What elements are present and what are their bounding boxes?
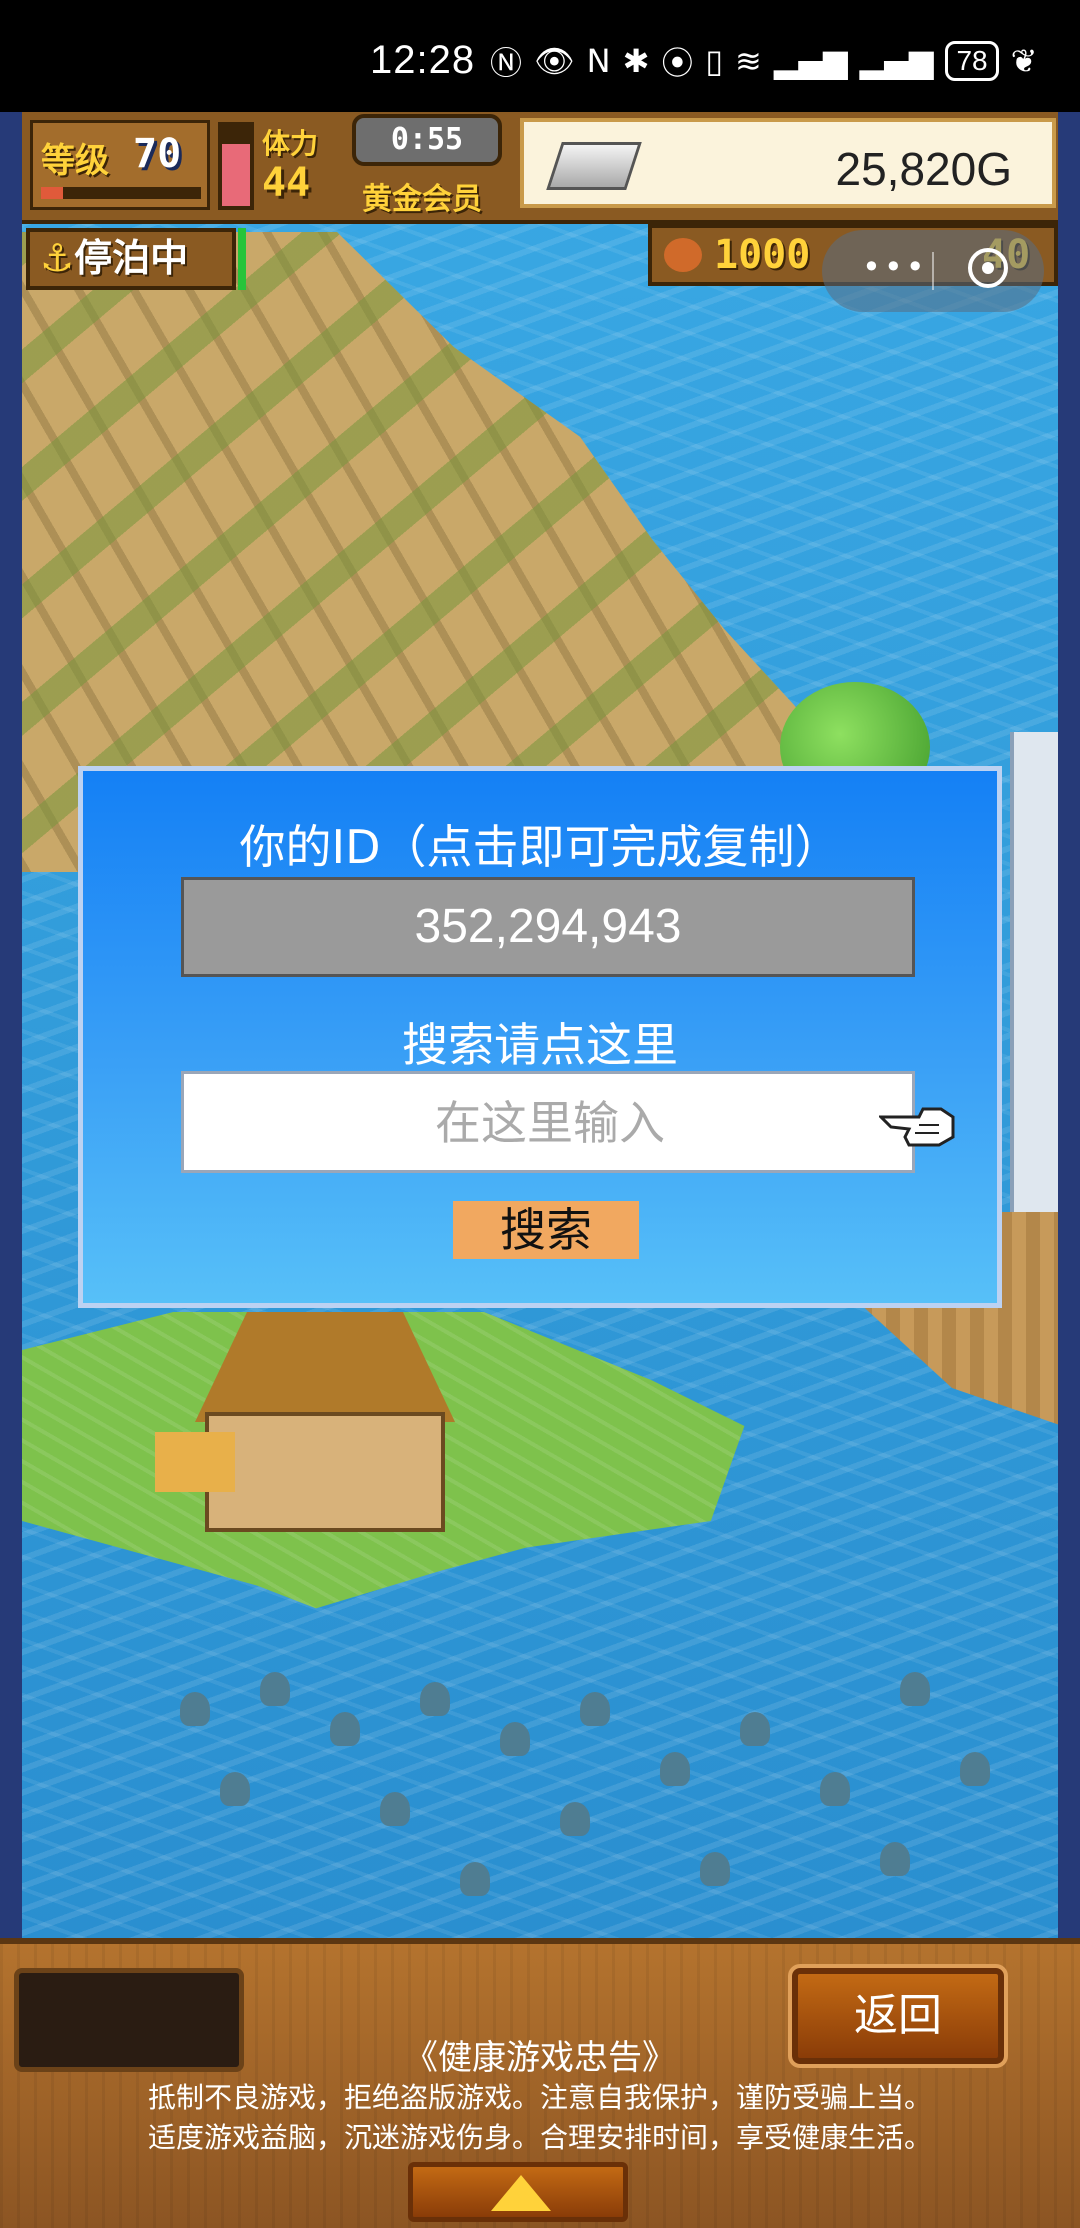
sea-rock xyxy=(880,1842,910,1876)
level-value: 70 xyxy=(133,131,182,177)
member-badge[interactable]: 黄金会员 xyxy=(362,174,482,218)
bluetooth-icon: ✱ xyxy=(622,42,650,80)
port-house[interactable] xyxy=(155,1312,495,1542)
leaf-icon: ❦ xyxy=(1010,42,1038,80)
food-icon xyxy=(664,238,702,272)
wifi-icon: ≋ xyxy=(735,42,762,80)
house-porch xyxy=(155,1432,235,1492)
health-notice-line1: 抵制不良游戏，拒绝盗版游戏。注意自我保护，谨防受骗上当。 xyxy=(147,2081,932,2114)
stamina-gauge xyxy=(218,122,254,210)
sea-rock xyxy=(820,1772,850,1806)
health-notice-title: 《健康游戏忠告》 xyxy=(404,2038,676,2078)
frame-right xyxy=(1058,112,1080,1938)
more-icon[interactable]: ••• xyxy=(862,248,928,286)
status-icons: Ⓝ 👁 N ✱ ⦿ ▯ ≋ ▂▄▆ ▂▄▆ 78 ❦ xyxy=(490,38,1037,84)
gold-panel[interactable]: 25,820G xyxy=(520,118,1056,208)
sea-rock xyxy=(420,1682,450,1716)
level-label: 等级 xyxy=(41,141,109,181)
friend-search-dialog: 你的ID（点击即可完成复制） 352,294,943 搜索请点这里 搜索 xyxy=(78,766,1002,1308)
stamina-value: 44 xyxy=(262,160,311,206)
sea-rock xyxy=(960,1752,990,1786)
silver-bar-icon xyxy=(546,142,642,190)
dialog-title: 你的ID（点击即可完成复制） xyxy=(239,820,841,874)
close-target-icon[interactable] xyxy=(968,248,1008,288)
nfc-icon: Ⓝ xyxy=(490,44,523,82)
sea-rock xyxy=(260,1672,290,1706)
sea-rock xyxy=(220,1772,250,1806)
capsule-divider xyxy=(932,252,934,290)
anchor-status-label: 停泊中 xyxy=(74,236,189,280)
hud-top-bar: 等级 70 体力 44 0:55 黄金会员 25,820G xyxy=(22,112,1058,224)
pointing-hand-icon xyxy=(879,1107,955,1147)
sea-rock xyxy=(700,1852,730,1886)
search-input-box[interactable] xyxy=(181,1071,916,1173)
sea-rock xyxy=(560,1802,590,1836)
search-button[interactable]: 搜索 xyxy=(453,1201,639,1259)
house-wall xyxy=(205,1412,445,1532)
signal-indicator xyxy=(238,228,246,290)
sea-rock xyxy=(500,1722,530,1756)
search-label: 搜索请点这里 xyxy=(402,1018,678,1072)
expand-menu-button[interactable] xyxy=(408,2162,628,2222)
location-icon: ⦿ xyxy=(661,44,694,82)
sea-rock xyxy=(580,1692,610,1726)
eye-icon: 👁 xyxy=(534,42,575,80)
battery-icon: 78 xyxy=(945,41,999,81)
food-value: 1000 xyxy=(714,232,811,278)
miniprogram-capsule[interactable]: ••• xyxy=(822,230,1044,312)
nfc-n-icon: N xyxy=(586,42,611,80)
timer-display: 0:55 xyxy=(352,114,502,166)
sea-rock xyxy=(460,1862,490,1896)
gold-amount: 25,820G xyxy=(835,143,1012,195)
bottom-panel: 返回 《健康游戏忠告》 抵制不良游戏，拒绝盗版游戏。注意自我保护，谨防受骗上当。… xyxy=(0,1938,1080,2228)
signal-4g-icon: ▂▄▆ xyxy=(859,42,934,80)
status-bar: 12:28 Ⓝ 👁 N ✱ ⦿ ▯ ≋ ▂▄▆ ▂▄▆ 78 ❦ xyxy=(0,0,1080,112)
sea-rock xyxy=(660,1752,690,1786)
house-roof xyxy=(195,1312,455,1422)
anchor-icon: ⚓ xyxy=(40,236,75,280)
anchor-status-button[interactable]: ⚓停泊中 xyxy=(26,228,236,290)
user-id-copy-box[interactable]: 352,294,943 xyxy=(181,877,915,977)
game-viewport[interactable]: 等级 70 体力 44 0:55 黄金会员 25,820G ⚓停泊中 1000 … xyxy=(0,112,1080,1938)
sea-rock xyxy=(330,1712,360,1746)
level-panel[interactable]: 等级 70 xyxy=(30,120,210,210)
frame-left xyxy=(0,112,22,1938)
search-input[interactable] xyxy=(184,1074,916,1172)
exp-bar xyxy=(41,187,201,199)
health-notice-line2: 适度游戏益脑，沉迷游戏伤身。合理安排时间，享受健康生活。 xyxy=(147,2121,932,2154)
sea-rock xyxy=(380,1792,410,1826)
up-arrow-icon xyxy=(491,2175,551,2211)
signal-4g-icon: ▂▄▆ xyxy=(773,42,848,80)
sea-rock xyxy=(740,1712,770,1746)
vibrate-icon: ▯ xyxy=(705,42,724,80)
sea-rock xyxy=(180,1692,210,1726)
status-time: 12:28 xyxy=(370,38,476,82)
sea-rock xyxy=(900,1672,930,1706)
